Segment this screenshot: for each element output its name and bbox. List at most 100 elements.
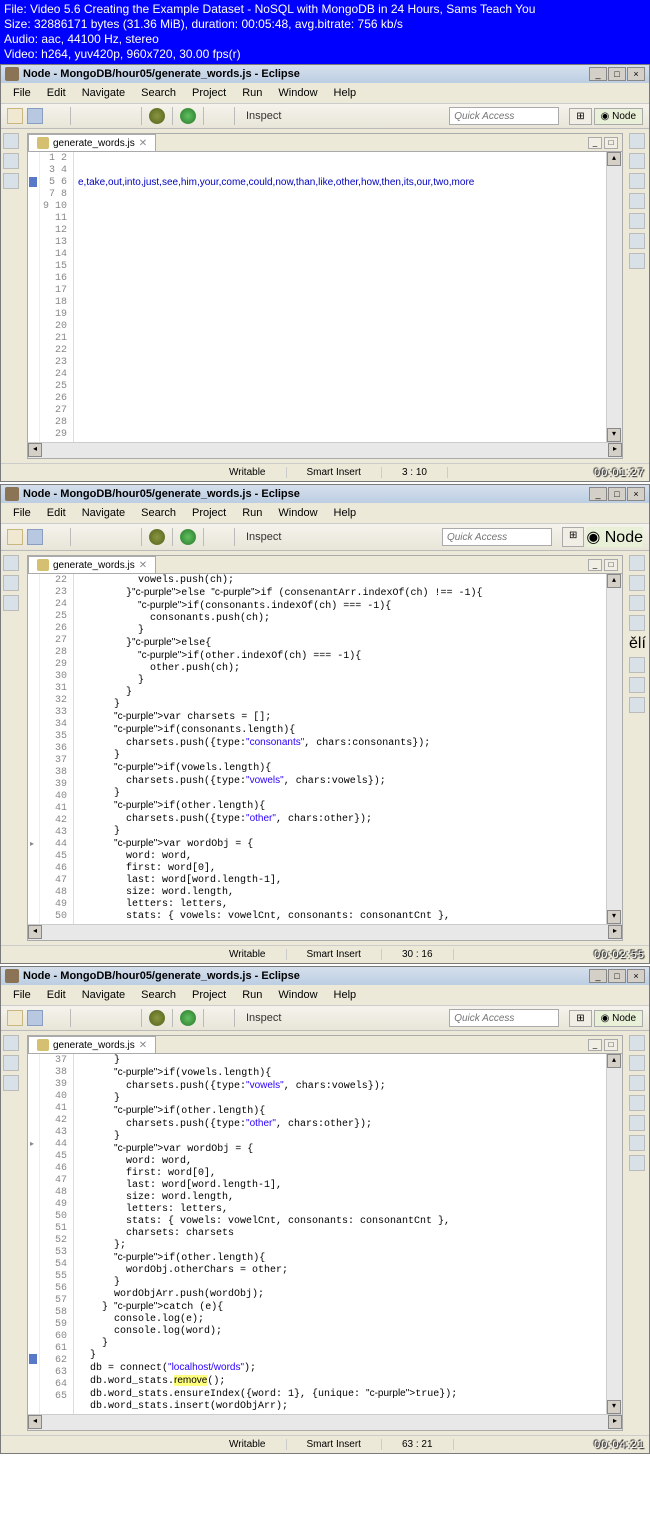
menu-help[interactable]: Help <box>326 987 365 1003</box>
variables-icon[interactable] <box>629 153 645 169</box>
scroll-right-button[interactable]: ▸ <box>608 443 622 457</box>
title-bar[interactable]: Node - MongoDB/hour05/generate_words.js … <box>1 485 649 503</box>
node-perspective-button[interactable]: ◉ Node <box>594 108 643 125</box>
tasks-icon[interactable] <box>629 1135 645 1151</box>
problems-icon[interactable] <box>629 1155 645 1171</box>
run-button[interactable] <box>180 529 196 545</box>
node-perspective-button[interactable]: ◉ Node <box>594 1010 643 1027</box>
expressions-icon[interactable] <box>629 1095 645 1111</box>
minimize-view-button[interactable]: _ <box>588 1039 602 1051</box>
horizontal-scrollbar[interactable]: ◂ ▸ <box>28 924 622 940</box>
navigator-icon[interactable] <box>3 1055 19 1071</box>
external-tools-button[interactable] <box>211 108 227 124</box>
menu-project[interactable]: Project <box>184 505 234 521</box>
navigator-icon[interactable] <box>3 153 19 169</box>
minimize-view-button[interactable]: _ <box>588 137 602 149</box>
close-button[interactable]: × <box>627 487 645 501</box>
vertical-scrollbar[interactable]: ▴ ▾ <box>606 574 622 924</box>
close-button[interactable]: × <box>627 969 645 983</box>
menu-navigate[interactable]: Navigate <box>74 505 133 521</box>
scroll-up-button[interactable]: ▴ <box>607 1054 621 1068</box>
debug-button[interactable] <box>149 108 165 124</box>
scroll-left-button[interactable]: ◂ <box>28 443 42 457</box>
menu-search[interactable]: Search <box>133 987 184 1003</box>
menu-edit[interactable]: Edit <box>39 987 74 1003</box>
scroll-down-button[interactable]: ▾ <box>607 910 621 924</box>
tasks-icon[interactable] <box>629 677 645 693</box>
scroll-down-button[interactable]: ▾ <box>607 428 621 442</box>
menu-navigate[interactable]: Navigate <box>74 85 133 101</box>
menu-run[interactable]: Run <box>234 85 270 101</box>
project-explorer-icon[interactable] <box>3 133 19 149</box>
fold-icon[interactable]: ▸ <box>30 1139 38 1147</box>
tab-close-icon[interactable]: ✕ <box>139 138 147 149</box>
save-button[interactable] <box>27 1010 43 1026</box>
minimize-button[interactable]: _ <box>589 487 607 501</box>
minimize-view-button[interactable]: _ <box>588 559 602 571</box>
quick-access-input[interactable] <box>449 1009 559 1027</box>
menu-navigate[interactable]: Navigate <box>74 987 133 1003</box>
menu-run[interactable]: Run <box>234 987 270 1003</box>
close-button[interactable]: × <box>627 67 645 81</box>
debug-button[interactable] <box>149 1010 165 1026</box>
menu-file[interactable]: File <box>5 505 39 521</box>
editor-tab[interactable]: generate_words.js ✕ <box>28 1036 156 1053</box>
horizontal-scrollbar[interactable]: ◂ ▸ <box>28 442 622 458</box>
pause-button[interactable] <box>98 529 114 545</box>
new-button[interactable] <box>7 1010 23 1026</box>
console-icon[interactable] <box>629 213 645 229</box>
problems-icon[interactable] <box>629 253 645 269</box>
menu-window[interactable]: Window <box>270 987 325 1003</box>
run-button[interactable] <box>180 1010 196 1026</box>
save-all-button[interactable] <box>47 108 63 124</box>
variables-icon[interactable] <box>629 575 645 591</box>
debug-view-icon[interactable] <box>629 555 645 571</box>
save-button[interactable] <box>27 529 43 545</box>
save-all-button[interactable] <box>47 1010 63 1026</box>
skip-button[interactable] <box>78 1010 94 1026</box>
tab-close-icon[interactable]: ✕ <box>139 1040 147 1051</box>
menu-window[interactable]: Window <box>270 85 325 101</box>
save-button[interactable] <box>27 108 43 124</box>
code-content[interactable]: vowels.push(ch); }"c-purple">else "c-pur… <box>74 574 606 924</box>
menu-search[interactable]: Search <box>133 85 184 101</box>
console-icon[interactable] <box>629 1115 645 1131</box>
menu-project[interactable]: Project <box>184 85 234 101</box>
outline-icon[interactable] <box>3 1075 19 1091</box>
quick-access-input[interactable] <box>442 528 552 546</box>
open-perspective-button[interactable]: ⊞ <box>569 1010 591 1027</box>
menu-run[interactable]: Run <box>234 505 270 521</box>
skip-button[interactable] <box>78 108 94 124</box>
scrollbar-track[interactable] <box>42 925 608 940</box>
code-content[interactable]: e,take,out,into,just,see,him,your,come,c… <box>74 152 606 442</box>
open-perspective-button[interactable]: ⊞ <box>569 108 591 125</box>
menu-search[interactable]: Search <box>133 505 184 521</box>
variables-icon[interactable] <box>629 1055 645 1071</box>
stop-button[interactable] <box>118 529 134 545</box>
pause-button[interactable] <box>98 1010 114 1026</box>
menu-help[interactable]: Help <box>326 505 365 521</box>
minimize-button[interactable]: _ <box>589 969 607 983</box>
maximize-view-button[interactable]: □ <box>604 137 618 149</box>
stop-button[interactable] <box>118 1010 134 1026</box>
scroll-right-button[interactable]: ▸ <box>608 925 622 939</box>
menu-project[interactable]: Project <box>184 987 234 1003</box>
scrollbar-track[interactable] <box>42 443 608 458</box>
pause-button[interactable] <box>98 108 114 124</box>
tab-close-icon[interactable]: ✕ <box>139 560 147 571</box>
debug-button[interactable] <box>149 529 165 545</box>
external-tools-button[interactable] <box>211 1010 227 1026</box>
save-all-button[interactable] <box>47 529 63 545</box>
menu-edit[interactable]: Edit <box>39 85 74 101</box>
navigator-icon[interactable] <box>3 575 19 591</box>
minimize-button[interactable]: _ <box>589 67 607 81</box>
debug-view-icon[interactable] <box>629 1035 645 1051</box>
scroll-down-button[interactable]: ▾ <box>607 1400 621 1414</box>
maximize-view-button[interactable]: □ <box>604 559 618 571</box>
stop-button[interactable] <box>118 108 134 124</box>
inspect-label[interactable]: Inspect <box>246 531 281 543</box>
breakpoints-icon[interactable] <box>629 173 645 189</box>
node-perspective-button[interactable]: ◉ Node <box>586 527 643 547</box>
breakpoints-icon[interactable] <box>629 595 645 611</box>
scroll-left-button[interactable]: ◂ <box>28 1415 42 1429</box>
